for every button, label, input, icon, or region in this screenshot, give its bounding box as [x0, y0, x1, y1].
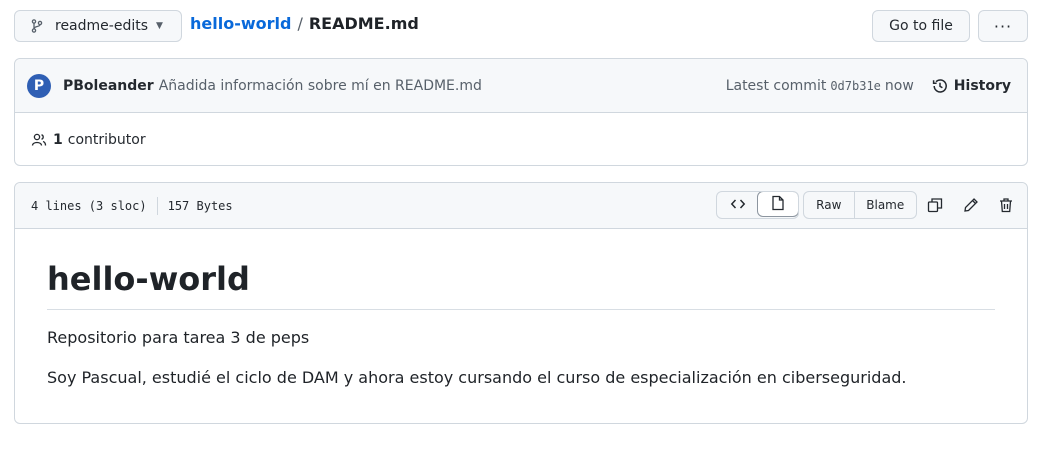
code-icon — [730, 196, 746, 215]
branch-name: readme-edits — [55, 18, 149, 34]
breadcrumb-repo-link[interactable]: hello-world — [190, 14, 291, 33]
preview-view-button[interactable] — [757, 192, 798, 217]
contributor-label: contributor — [67, 131, 146, 148]
commit-time: now — [884, 77, 914, 94]
commit-author-link[interactable]: PBoleander — [63, 78, 154, 94]
raw-blame-group: Raw Blame — [803, 191, 917, 219]
commit-sha-link[interactable]: 0d7b31e — [830, 79, 881, 93]
trash-icon[interactable] — [996, 195, 1016, 215]
readme-paragraph: Repositorio para tarea 3 de peps — [47, 328, 310, 347]
history-label: History — [953, 77, 1011, 94]
avatar-letter: P — [33, 77, 45, 94]
go-to-file-button[interactable]: Go to file — [872, 10, 970, 42]
file-line-count: 4 lines (3 sloc) — [31, 198, 147, 213]
file-size: 157 Bytes — [167, 198, 233, 213]
file-icon — [771, 195, 785, 214]
latest-commit-row: P PBoleander Añadida información sobre m… — [15, 59, 1027, 113]
readme-heading: hello-world — [47, 259, 995, 310]
readme-paragraph: Soy Pascual, estudié el ciclo de DAM y a… — [47, 368, 907, 387]
contributor-count: 1 — [53, 131, 63, 148]
latest-commit-label: Latest commit — [725, 77, 827, 94]
breadcrumb: hello-world / README.md — [190, 14, 419, 33]
history-icon — [932, 78, 948, 94]
file-viewer: 4 lines (3 sloc) 157 Bytes Raw Blame hel… — [14, 182, 1028, 424]
readme-content: hello-world Repositorio para tarea 3 de … — [15, 229, 1027, 390]
file-header: 4 lines (3 sloc) 157 Bytes Raw Blame — [15, 183, 1027, 229]
code-view-button[interactable] — [717, 192, 758, 218]
contributors-row[interactable]: 1 contributor — [15, 113, 1027, 166]
git-branch-icon — [31, 19, 43, 33]
commit-info-box: P PBoleander Añadida información sobre m… — [14, 58, 1028, 166]
pencil-icon[interactable] — [961, 195, 981, 215]
people-icon — [31, 132, 47, 148]
more-options-button[interactable]: ··· — [978, 10, 1028, 42]
blame-button[interactable]: Blame — [853, 192, 916, 218]
raw-button[interactable]: Raw — [804, 192, 854, 218]
avatar[interactable]: P — [27, 73, 51, 98]
kebab-horizontal-icon: ··· — [993, 16, 1013, 36]
history-link[interactable]: History — [932, 78, 1011, 94]
commit-message-link[interactable]: Añadida información sobre mí en README.m… — [159, 78, 482, 94]
copy-icon[interactable] — [925, 195, 945, 215]
breadcrumb-file-name: README.md — [308, 14, 419, 33]
view-mode-toggle — [716, 191, 799, 219]
breadcrumb-separator: / — [297, 14, 303, 33]
commit-meta: Latest commit 0d7b31e now History — [726, 78, 1011, 94]
caret-down-icon: ▼ — [156, 21, 163, 31]
divider — [156, 196, 158, 215]
branch-selector-button[interactable]: readme-edits ▼ — [14, 10, 182, 42]
